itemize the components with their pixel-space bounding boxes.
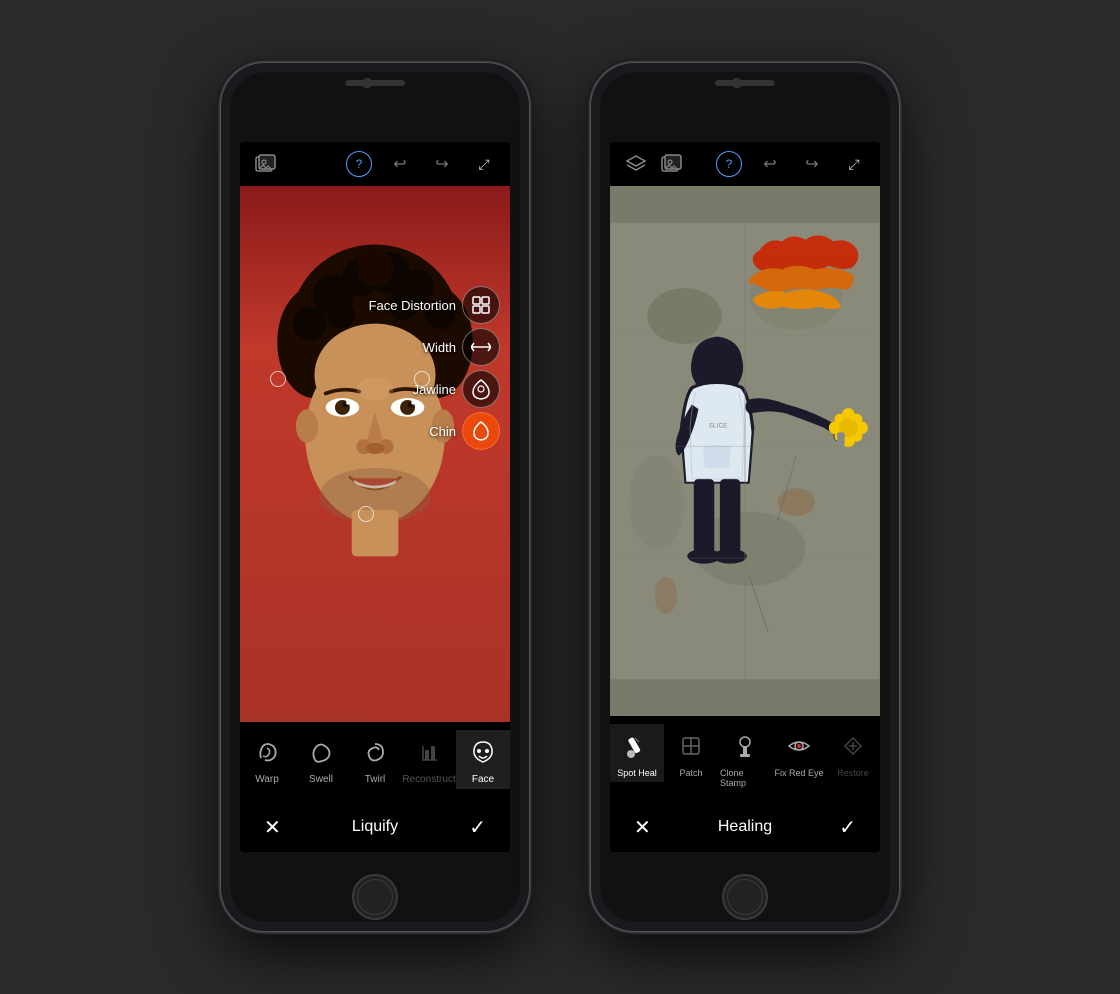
photo-area-2: SLICE: [610, 186, 880, 716]
tool-swell[interactable]: Swell: [294, 730, 348, 789]
action-bar-1: ✕ Liquify ✓: [240, 802, 510, 852]
menu-item-chin[interactable]: Chin: [369, 412, 500, 450]
swell-icon: [303, 734, 339, 770]
graffiti-image: SLICE: [610, 186, 880, 716]
fix-red-eye-icon: [781, 728, 817, 764]
confirm-button-1[interactable]: ✓: [469, 815, 486, 840]
expand-button-2[interactable]: ⤢: [840, 150, 868, 178]
tool-fix-red-eye[interactable]: Fix Red Eye: [772, 724, 826, 782]
cancel-button-2[interactable]: ✕: [634, 815, 651, 840]
redo-button-1[interactable]: ↪: [428, 150, 456, 178]
warp-label: Warp: [255, 774, 279, 785]
reconstruct-icon: [411, 734, 447, 770]
photo-library-icon[interactable]: [252, 150, 280, 178]
menu-item-jawline[interactable]: Jawline: [369, 370, 500, 408]
restore-label: Restore: [837, 768, 869, 778]
spot-heal-label: Spot Heal: [617, 768, 657, 778]
toolbar-left-icons-2: [622, 150, 686, 178]
face-icon: [465, 734, 501, 770]
tool-patch[interactable]: Patch: [664, 724, 718, 782]
home-button-1[interactable]: [352, 874, 398, 920]
warp-icon: [249, 734, 285, 770]
phone-1-inner: ? ↩ ↪ ⤢: [230, 72, 520, 922]
distortion-dot-left[interactable]: [270, 371, 286, 387]
face-distortion-label: Face Distortion: [369, 298, 456, 313]
phone-2-screen: ? ↩ ↪ ⤢: [610, 142, 880, 852]
face-photo: Face Distortion Widt: [240, 186, 510, 722]
tool-reconstruct: Reconstruct: [402, 730, 456, 789]
tool-spot-heal[interactable]: Spot Heal: [610, 724, 664, 782]
spot-heal-icon: [619, 728, 655, 764]
face-label: Face: [472, 774, 494, 785]
speaker-2: [715, 80, 775, 86]
swell-label: Swell: [309, 774, 333, 785]
undo-button-1[interactable]: ↩: [386, 150, 414, 178]
mode-title-2: Healing: [718, 818, 772, 836]
confirm-button-2[interactable]: ✓: [839, 815, 856, 840]
tool-warp[interactable]: Warp: [240, 730, 294, 789]
clone-stamp-icon: [727, 728, 763, 764]
cancel-button-1[interactable]: ✕: [264, 815, 281, 840]
patch-icon: [673, 728, 709, 764]
help-button-1[interactable]: ?: [346, 151, 372, 177]
tool-twirl[interactable]: Twirl: [348, 730, 402, 789]
toolbar-right-icons-1: ? ↩ ↪ ⤢: [346, 150, 498, 178]
toolbar-left-icons-1: [252, 150, 280, 178]
action-bar-2: ✕ Healing ✓: [610, 802, 880, 852]
face-image: [240, 186, 510, 722]
chin-icon[interactable]: [462, 412, 500, 450]
phone-2: ? ↩ ↪ ⤢: [590, 62, 900, 932]
toolbar-top-2: ? ↩ ↪ ⤢: [610, 142, 880, 186]
redo-button-2[interactable]: ↪: [798, 150, 826, 178]
undo-button-2[interactable]: ↩: [756, 150, 784, 178]
restore-icon: [835, 728, 871, 764]
tool-clone-stamp[interactable]: Clone Stamp: [718, 724, 772, 792]
face-distortion-icon[interactable]: [462, 286, 500, 324]
width-label: Width: [423, 340, 456, 355]
mode-title-1: Liquify: [352, 818, 398, 836]
phone-1-screen: ? ↩ ↪ ⤢: [240, 142, 510, 852]
jawline-label: Jawline: [413, 382, 456, 397]
home-button-2[interactable]: [722, 874, 768, 920]
distortion-dot-chin[interactable]: [358, 506, 374, 522]
help-button-2[interactable]: ?: [716, 151, 742, 177]
reconstruct-label: Reconstruct: [402, 774, 455, 785]
layers-icon[interactable]: [622, 150, 650, 178]
clone-stamp-label: Clone Stamp: [720, 768, 770, 788]
photo-area-1: Face Distortion Widt: [240, 186, 510, 722]
width-icon[interactable]: [462, 328, 500, 366]
jawline-icon[interactable]: [462, 370, 500, 408]
fix-red-eye-label: Fix Red Eye: [774, 768, 823, 778]
phone-1: ? ↩ ↪ ⤢: [220, 62, 530, 932]
twirl-label: Twirl: [365, 774, 386, 785]
menu-item-width[interactable]: Width: [369, 328, 500, 366]
face-distortion-menu: Face Distortion Widt: [369, 286, 500, 450]
photo-library-icon-2[interactable]: [658, 150, 686, 178]
patch-label: Patch: [679, 768, 702, 778]
expand-button-1[interactable]: ⤢: [470, 150, 498, 178]
toolbar-top-1: ? ↩ ↪ ⤢: [240, 142, 510, 186]
svg-text:SLICE: SLICE: [709, 423, 728, 430]
phone-2-inner: ? ↩ ↪ ⤢: [600, 72, 890, 922]
chin-label: Chin: [429, 424, 456, 439]
tools-bar-1: Warp Swell: [240, 722, 510, 802]
twirl-icon: [357, 734, 393, 770]
tool-face[interactable]: Face: [456, 730, 510, 789]
menu-item-face-distortion[interactable]: Face Distortion: [369, 286, 500, 324]
graffiti-photo: SLICE: [610, 186, 880, 716]
toolbar-right-icons-2: ? ↩ ↪ ⤢: [716, 150, 868, 178]
tools-bar-2: Spot Heal Patch: [610, 716, 880, 802]
tool-restore: Restore: [826, 724, 880, 782]
speaker-1: [345, 80, 405, 86]
